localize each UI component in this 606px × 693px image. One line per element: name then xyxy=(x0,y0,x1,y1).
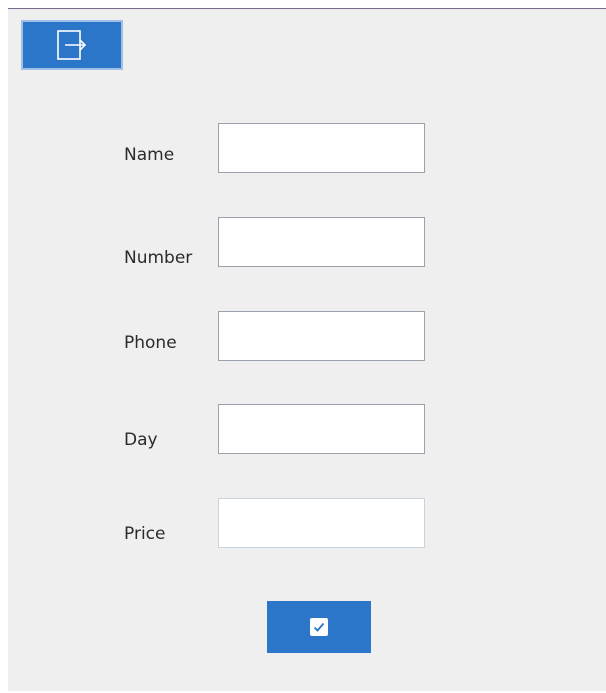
number-input[interactable] xyxy=(218,217,425,267)
phone-label: Phone xyxy=(124,333,177,353)
sign-out-icon xyxy=(57,30,87,60)
name-label: Name xyxy=(124,145,175,165)
name-input[interactable] xyxy=(218,123,425,173)
price-input[interactable] xyxy=(218,498,425,548)
day-input[interactable] xyxy=(218,404,425,454)
checkbox-check-icon xyxy=(310,618,328,636)
price-label: Price xyxy=(124,524,166,544)
phone-input[interactable] xyxy=(218,311,425,361)
number-label: Number xyxy=(124,248,193,268)
exit-button[interactable] xyxy=(21,20,123,70)
day-label: Day xyxy=(124,430,158,450)
submit-button[interactable] xyxy=(267,601,371,653)
form-window: Name Number Phone Day Price xyxy=(8,8,606,691)
